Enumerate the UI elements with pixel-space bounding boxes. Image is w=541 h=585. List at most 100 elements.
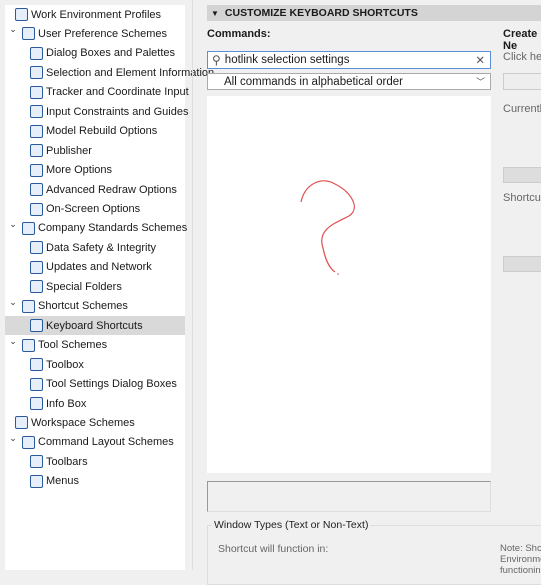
settings-tree: Work Environment Profiles ⌄ User Preferenc… (5, 5, 214, 570)
tree-item-label: User Preference Schemes (38, 27, 167, 40)
tree-item[interactable]: Model Rebuild Options (5, 122, 185, 141)
tree-item[interactable]: Work Environment Profiles (5, 5, 185, 24)
globe-icon (30, 260, 43, 274)
tree-item-label: Workspace Schemes (31, 416, 135, 429)
dialog-icon (30, 46, 43, 60)
tree-item-label: More Options (46, 164, 113, 177)
chevron-down-icon: ﹀ (475, 77, 485, 87)
tree-item-label: Info Box (46, 397, 87, 410)
tree-item[interactable]: ⌄ Company Standards Schemes (5, 219, 188, 238)
infobox-icon (30, 397, 43, 410)
tree-item[interactable]: Data Safety & Integrity (5, 238, 185, 257)
tree-item-label: Shortcut Schemes (38, 300, 128, 313)
tree-item[interactable]: Tracker and Coordinate Input (5, 83, 189, 102)
tree-item[interactable]: Selection and Element Information (5, 63, 214, 82)
assign-button[interactable] (503, 167, 541, 183)
tree-item-label: Company Standards Schemes (38, 222, 188, 235)
commands-list[interactable] (207, 96, 491, 473)
tree-item-label: Model Rebuild Options (46, 125, 158, 138)
click-here-text: Click here (503, 51, 541, 63)
rebuild-icon (30, 124, 43, 138)
selection-icon (30, 66, 43, 80)
redraw-icon (30, 183, 43, 197)
chevron-down-icon[interactable]: ⌄ (8, 24, 18, 35)
tree-item[interactable]: Workspace Schemes (5, 413, 185, 432)
group-title: Window Types (Text or Non-Text) (212, 519, 371, 531)
search-input[interactable]: ⚲ hotlink selection settings ✕ (207, 51, 491, 69)
scheme-icon (22, 221, 35, 235)
tree-item[interactable]: Special Folders (5, 277, 185, 296)
chevron-down-icon[interactable]: ⌄ (8, 433, 18, 444)
tree-item-label: Tool Settings Dialog Boxes (46, 378, 177, 391)
safety-icon (30, 241, 43, 255)
window-types-group (207, 525, 541, 585)
chevron-down-icon[interactable]: ⌄ (8, 336, 18, 347)
mouse-icon (30, 105, 43, 119)
tree-item[interactable]: Publisher (5, 141, 185, 160)
tree-item-label: Tool Schemes (38, 339, 108, 352)
scheme-icon (22, 27, 35, 41)
tree-item-label: Input Constraints and Guides (46, 105, 189, 118)
currently-text: Currently (503, 103, 541, 115)
tree-item-label: Advanced Redraw Options (46, 183, 177, 196)
tree-item[interactable]: ⌄ Command Layout Schemes (5, 433, 185, 452)
menu-icon (30, 474, 43, 488)
remove-button[interactable] (503, 256, 541, 272)
tree-item-label: Updates and Network (46, 261, 152, 274)
tree-item[interactable]: ⌄ Shortcut Schemes (5, 297, 185, 316)
note-line-1: Note: Shor (500, 543, 541, 554)
command-description (207, 481, 491, 512)
note-line-2: Environmen (500, 554, 541, 565)
dialog-icon (30, 377, 43, 391)
sort-dropdown[interactable]: All commands in alphabetical order ﹀ (207, 73, 491, 90)
tree-item[interactable]: Info Box (5, 394, 185, 413)
shortcut-input[interactable] (503, 73, 541, 90)
tree-item[interactable]: Menus (5, 472, 185, 491)
section-header[interactable]: ▼ CUSTOMIZE KEYBOARD SHORTCUTS (207, 5, 541, 21)
tree-item[interactable]: Input Constraints and Guides (5, 102, 189, 121)
tree-item[interactable]: Keyboard Shortcuts (5, 316, 185, 336)
scheme-icon (22, 435, 35, 449)
tree-item[interactable]: Dialog Boxes and Palettes (5, 44, 185, 63)
clear-icon[interactable]: ✕ (475, 53, 485, 67)
profiles-icon (15, 8, 28, 21)
sliders-icon (30, 163, 43, 177)
folder-icon (30, 280, 43, 294)
tree-item-label: Data Safety & Integrity (46, 241, 157, 254)
tree-item[interactable]: Toolbox (5, 355, 185, 374)
tree-item[interactable]: ⌄ User Preference Schemes (5, 24, 185, 43)
scheme-icon (15, 416, 28, 430)
shortcut-icon (30, 319, 43, 333)
tree-item-label: Command Layout Schemes (38, 436, 174, 449)
tracker-icon (30, 85, 43, 99)
tree-item[interactable]: ⌄ Tool Schemes (5, 336, 185, 355)
tree-item-label: Keyboard Shortcuts (46, 319, 143, 332)
collapse-triangle-icon: ▼ (211, 8, 219, 18)
tree-item-label: Publisher (46, 144, 92, 157)
chevron-down-icon[interactable]: ⌄ (8, 297, 18, 308)
question-mark-annotation (300, 180, 355, 275)
tree-item-label: Work Environment Profiles (31, 8, 162, 21)
note-line-3: functioning (500, 565, 541, 576)
search-value: hotlink selection settings (224, 54, 350, 66)
create-label: Create Ne (503, 28, 538, 52)
sort-value: All commands in alphabetical order (224, 75, 403, 88)
shortcuts-label: Shortcut(s (503, 192, 541, 204)
tree-item-label: Special Folders (46, 280, 122, 293)
tree-item[interactable]: Toolbars (5, 452, 185, 471)
scheme-icon (22, 299, 35, 313)
tree-item[interactable]: On-Screen Options (5, 200, 185, 219)
monitor-icon (30, 202, 43, 216)
publisher-icon (30, 144, 43, 158)
tree-item[interactable]: More Options (5, 161, 185, 180)
toolbar-icon (30, 455, 43, 469)
divider[interactable] (192, 0, 193, 570)
tree-item-label: On-Screen Options (46, 203, 141, 215)
tree-item-label: Selection and Element Information (46, 66, 215, 79)
tree-item[interactable]: Updates and Network (5, 258, 185, 277)
tree-item[interactable]: Advanced Redraw Options (5, 180, 185, 199)
chevron-down-icon[interactable]: ⌄ (8, 219, 18, 230)
function-in-label: Shortcut will function in: (218, 543, 329, 555)
tree-item-label: Toolbars (46, 455, 88, 468)
tree-item[interactable]: Tool Settings Dialog Boxes (5, 375, 185, 394)
